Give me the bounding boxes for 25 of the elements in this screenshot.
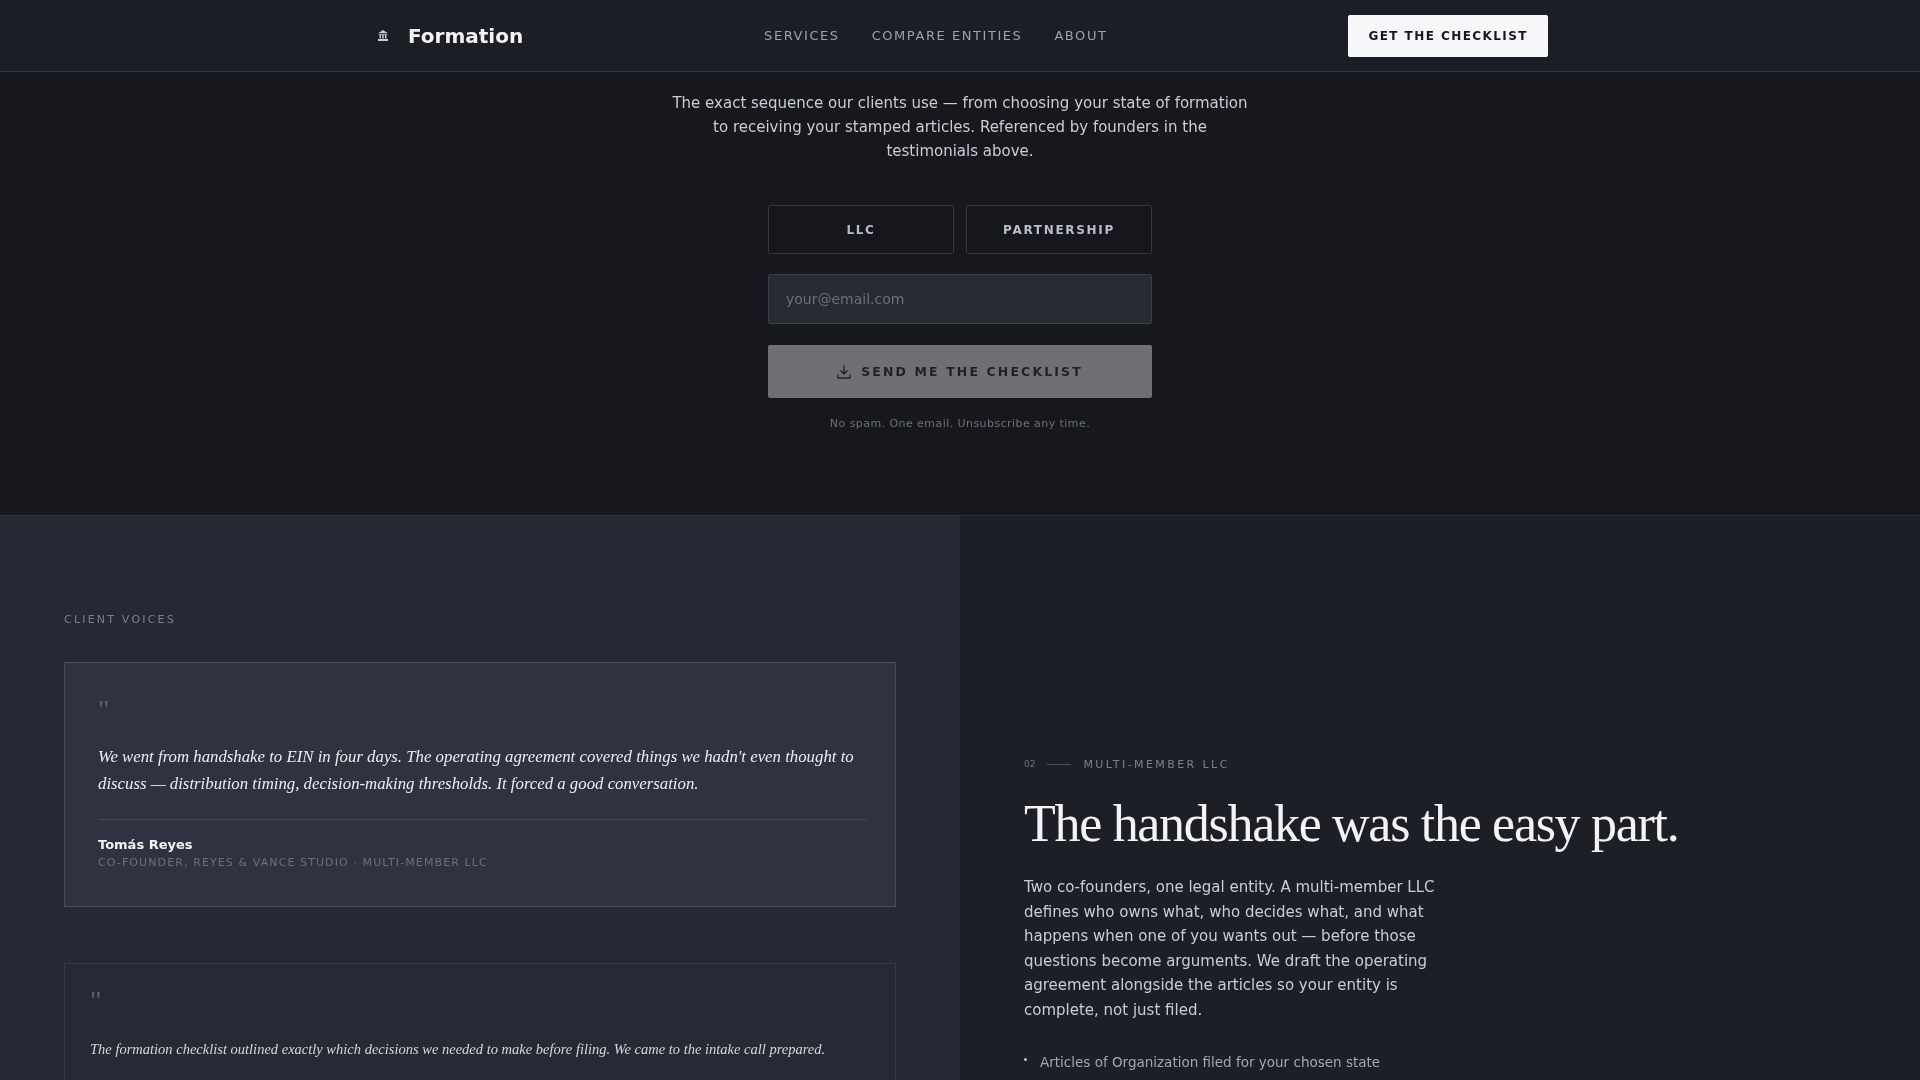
section-description: Two co-founders, one legal entity. A multi-member LLC defines who owns what, who decides what, and what happens when one of you wants out — before those questions become arguments. We draft the operating agreement alongside the articles so your entity is complete, not just filed. bbox=[1024, 877, 1436, 1021]
nav-link[interactable]: COMPARE ENTITIES bbox=[871, 28, 1023, 43]
testimonial-quote: The formation checklist outlined exactly which decisions we needed to make before filing. We came to the intake call prepared. bbox=[90, 1040, 827, 1059]
nav-link[interactable]: SERVICES bbox=[764, 28, 840, 43]
download-icon bbox=[837, 364, 852, 379]
section-number: 02 bbox=[1024, 759, 1036, 769]
bullet-icon bbox=[1024, 1058, 1027, 1061]
author-role: CO-FOUNDER, REYES & VANCE STUDIO · MULTI-MEMBER LLC bbox=[98, 856, 488, 870]
quote-mark: " bbox=[90, 986, 102, 1016]
quote-mark: " bbox=[98, 695, 110, 725]
section-heading: The handshake was the easy part. bbox=[1024, 795, 1679, 852]
feature-item: Articles of Organization filed for your chosen state bbox=[1040, 1053, 1381, 1071]
section-label: MULTI-MEMBER LLC bbox=[1083, 757, 1230, 771]
brand-name: Formation bbox=[408, 23, 524, 48]
author-name: Tomás Reyes bbox=[98, 836, 193, 854]
testimonial-quote: We went from handshake to EIN in four days. The operating agreement covered things we hadn't even thought to discuss — distribution timing, decision-making thresholds. It forced a good conversation. bbox=[98, 746, 855, 795]
nav-link[interactable]: ABOUT bbox=[1054, 28, 1108, 43]
building-icon bbox=[378, 30, 388, 41]
entity-toggle[interactable]: PARTNERSHIP bbox=[966, 205, 1152, 254]
section-label: CLIENT VOICES bbox=[64, 613, 176, 627]
intro-text: The exact sequence our clients use — from choosing your state of formation to receiving your stamped articles. Referenced by founders in the testimonials above. bbox=[671, 93, 1249, 162]
disclaimer-text: No spam. One email. Unsubscribe any time. bbox=[829, 417, 1091, 431]
checklist-button[interactable]: GET THE CHECKLIST bbox=[1348, 14, 1548, 57]
entity-toggle[interactable]: LLC bbox=[768, 205, 954, 254]
email-field[interactable]: your@email.com bbox=[768, 274, 1152, 324]
